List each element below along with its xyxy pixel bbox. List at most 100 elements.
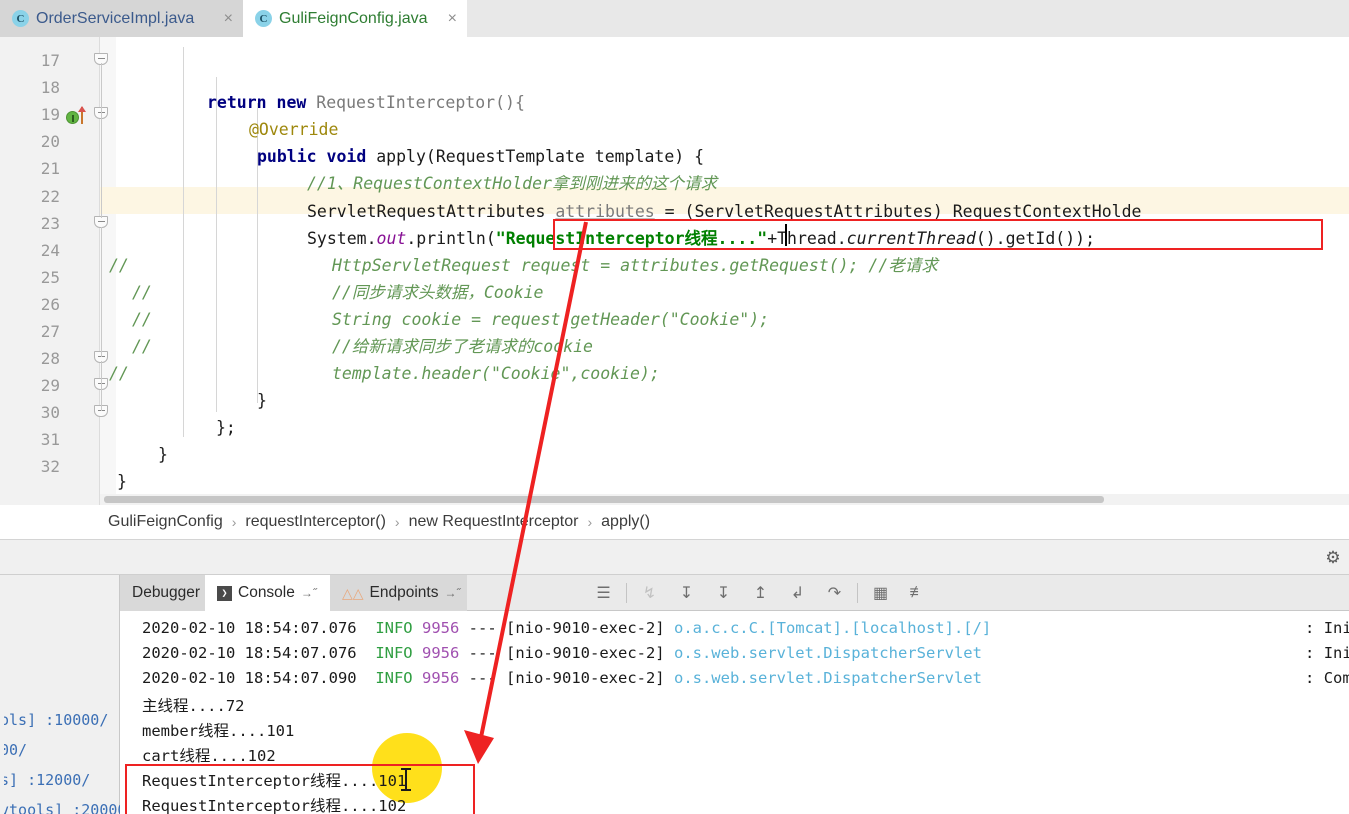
token-keyword: return bbox=[207, 93, 267, 112]
token-keyword: new bbox=[276, 93, 307, 112]
close-icon[interactable]: × bbox=[218, 10, 233, 27]
tab-console[interactable]: ❯ Console →˝ bbox=[205, 575, 330, 611]
breadcrumb-item-method[interactable]: requestInterceptor() bbox=[245, 513, 386, 531]
log-level: INFO bbox=[375, 669, 413, 687]
log-logger: o.s.web.servlet.DispatcherServlet bbox=[673, 644, 982, 662]
console-log-message: : Complete bbox=[1305, 669, 1349, 687]
log-colon: : bbox=[1305, 619, 1315, 637]
debug-tool-window: ols] :10000/ 00/ s] :12000/ vtools] :200… bbox=[0, 575, 1349, 814]
line-number: 31 bbox=[40, 430, 60, 449]
log-colon: : bbox=[1305, 644, 1315, 662]
token-expr: +Thread. bbox=[767, 229, 847, 248]
chevron-right-icon: › bbox=[394, 514, 400, 530]
line-number: 25 bbox=[40, 268, 60, 287]
scrollbar-thumb[interactable] bbox=[104, 496, 1104, 503]
evaluate-expression-icon[interactable]: ▦ bbox=[862, 575, 899, 611]
pin-icon[interactable]: →˝ bbox=[301, 586, 317, 600]
token-expr: ().getId()); bbox=[975, 229, 1096, 248]
drop-frame-icon[interactable]: ↲ bbox=[779, 575, 816, 611]
close-icon[interactable]: × bbox=[442, 10, 457, 27]
code-line-27: // bbox=[109, 360, 129, 387]
code-editor[interactable]: 17 18 19 20 21 22 23 24 25 26 27 28 29 3… bbox=[0, 37, 1349, 505]
console-output[interactable]: 2020-02-10 18:54:07.076 INFO 9956 --- [n… bbox=[120, 611, 1349, 814]
editor-tab-orderserviceimpl[interactable]: C OrderServiceImpl.java × bbox=[0, 0, 243, 37]
line-number: 26 bbox=[40, 295, 60, 314]
fold-region-line bbox=[101, 227, 102, 357]
breadcrumb-item-anon-class[interactable]: new RequestInterceptor bbox=[409, 513, 579, 531]
token-expr: System. bbox=[307, 229, 377, 248]
gear-icon[interactable]: ⚙ bbox=[1323, 548, 1343, 568]
editor-horizontal-scrollbar[interactable] bbox=[100, 494, 1349, 505]
tab-label: Endpoints bbox=[369, 584, 439, 601]
background-window-strip: ols] :10000/ 00/ s] :12000/ vtools] :200… bbox=[0, 575, 135, 814]
tab-debugger[interactable]: Debugger bbox=[120, 575, 205, 611]
console-log-message: : Initiali bbox=[1305, 619, 1349, 637]
console-left-gutter bbox=[0, 611, 4, 814]
console-log-line: 2020-02-10 18:54:07.076 INFO 9956 --- [n… bbox=[142, 619, 991, 637]
log-level: INFO bbox=[375, 619, 413, 637]
code-line-24: // bbox=[132, 279, 152, 306]
partial-code-line bbox=[100, 37, 1349, 47]
step-out-icon[interactable]: ↥ bbox=[742, 575, 779, 611]
token-expr: .println( bbox=[406, 229, 496, 248]
token-comment: String cookie = request.getHeader("Cooki… bbox=[332, 310, 770, 329]
ide-window: C OrderServiceImpl.java × C GuliFeignCon… bbox=[0, 0, 1349, 814]
console-output-line: RequestInterceptor线程....102 bbox=[142, 797, 407, 814]
run-to-cursor-icon[interactable]: ↷ bbox=[816, 575, 853, 611]
pin-icon[interactable]: →˝ bbox=[445, 586, 461, 600]
log-dashes: --- bbox=[468, 644, 497, 662]
code-line-18: @Override bbox=[249, 116, 338, 143]
token-comment-slashes: // bbox=[109, 364, 129, 383]
console-output-line: member线程....101 bbox=[142, 722, 295, 740]
tab-label: Console bbox=[238, 584, 295, 601]
chevron-right-icon: › bbox=[231, 514, 237, 530]
background-text-fragment: 00/ bbox=[0, 741, 28, 759]
token-keyword: public bbox=[257, 147, 317, 166]
code-line-19: public void apply(RequestTemplate templa… bbox=[257, 143, 704, 170]
fold-region-line bbox=[101, 361, 102, 411]
line-number: 23 bbox=[40, 214, 60, 233]
log-timestamp: 2020-02-10 18:54:07.076 bbox=[142, 644, 357, 662]
code-line-17: return new RequestInterceptor(){ bbox=[207, 89, 525, 116]
editor-tab-gulifeignconfig[interactable]: C GuliFeignConfig.java × bbox=[243, 0, 467, 37]
breadcrumb-item-apply[interactable]: apply() bbox=[601, 513, 650, 531]
menu-icon[interactable]: ☰ bbox=[585, 575, 622, 611]
code-line-25: // bbox=[132, 306, 152, 333]
breakpoint-marker[interactable] bbox=[66, 106, 92, 127]
token-type: ServletRequestAttributes bbox=[307, 202, 556, 221]
text-cursor-icon bbox=[401, 768, 411, 791]
log-timestamp: 2020-02-10 18:54:07.090 bbox=[142, 669, 357, 687]
settings-lines-icon[interactable]: ≢ bbox=[899, 575, 936, 611]
run-to-line-icon[interactable] bbox=[78, 106, 86, 124]
chevron-right-icon: › bbox=[587, 514, 593, 530]
step-into-icon[interactable]: ↧ bbox=[668, 575, 705, 611]
token-comment-slashes: // bbox=[132, 283, 152, 302]
step-over-icon[interactable]: ↯ bbox=[631, 575, 668, 611]
tab-label: Debugger bbox=[132, 584, 201, 601]
code-line-22: System.out.println("RequestInterceptor线程… bbox=[307, 225, 1095, 252]
token-method: currentThread bbox=[846, 229, 976, 248]
token-signature: apply(RequestTemplate template) { bbox=[376, 147, 705, 166]
code-line-25-body: String cookie = request.getHeader("Cooki… bbox=[332, 306, 769, 333]
breakpoint-icon[interactable] bbox=[66, 111, 79, 124]
tab-endpoints[interactable]: △△ Endpoints →˝ bbox=[330, 575, 467, 611]
token-variable: attributes bbox=[555, 202, 655, 221]
log-thread: [nio-9010-exec-2] bbox=[506, 669, 665, 687]
code-line-24-body: //同步请求头数据，Cookie bbox=[332, 279, 543, 306]
background-text-fragment: vtools] :20000/ bbox=[0, 801, 136, 814]
log-dashes: --- bbox=[468, 619, 497, 637]
token-brace: } bbox=[117, 472, 127, 491]
line-number: 18 bbox=[40, 78, 60, 97]
line-number: 20 bbox=[40, 132, 60, 151]
line-number: 19 bbox=[40, 105, 60, 124]
token-brace: } bbox=[257, 391, 267, 410]
debug-toolbar: ☰ ↯ ↧ ↧ ↥ ↲ ↷ ▦ ≢ bbox=[585, 575, 936, 611]
line-number: 27 bbox=[40, 322, 60, 341]
line-number: 32 bbox=[40, 457, 60, 476]
indent-guide bbox=[183, 47, 184, 437]
log-dashes: --- bbox=[468, 669, 497, 687]
log-logger: o.a.c.c.C.[Tomcat].[localhost].[/] bbox=[673, 619, 992, 637]
breadcrumb-item-class[interactable]: GuliFeignConfig bbox=[108, 513, 223, 531]
token-comment: //1、RequestContextHolder拿到刚进来的这个请求 bbox=[307, 174, 717, 193]
force-step-into-icon[interactable]: ↧ bbox=[705, 575, 742, 611]
